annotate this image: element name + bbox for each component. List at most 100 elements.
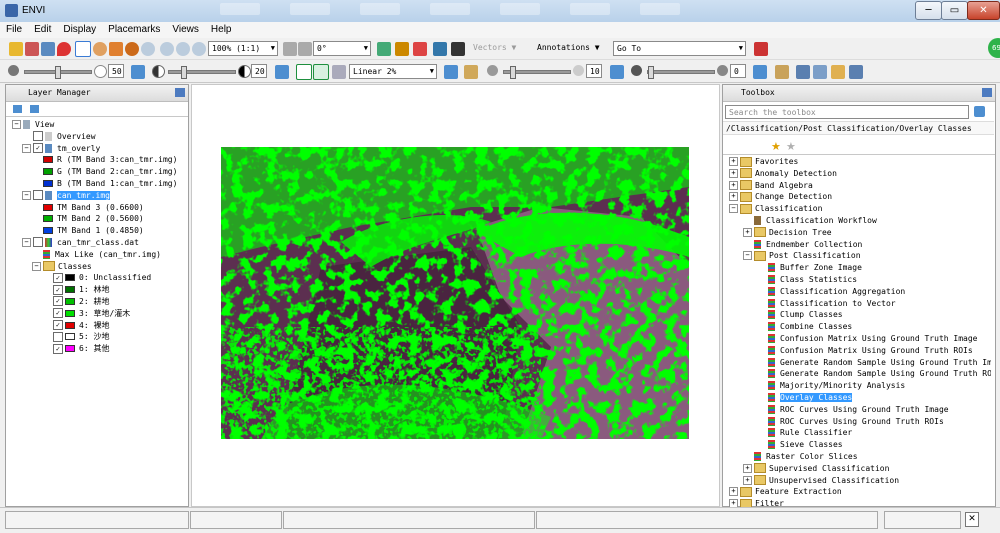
toolbox-tree-item[interactable]: + Change Detection [729, 191, 991, 203]
chip-icon[interactable] [433, 42, 447, 56]
expand-toggle-icon[interactable]: + [743, 227, 752, 237]
expand-toggle-icon[interactable]: + [743, 463, 752, 473]
toolbox-tree-item[interactable]: + Unsupervised Classification [729, 475, 991, 487]
reset-transparency-icon[interactable] [753, 65, 767, 79]
refresh-icon[interactable] [974, 106, 985, 117]
collapse-all-icon[interactable] [13, 105, 22, 113]
brightness-thumb[interactable] [55, 66, 61, 79]
layer-tree-item[interactable]: − ✓ tm_overly [12, 143, 187, 155]
stretch-select[interactable]: Linear 2% ▼ [349, 64, 437, 79]
layer-tree-item[interactable]: TM Band 1 (0.4850) [12, 225, 187, 237]
menu-edit[interactable]: Edit [28, 22, 57, 38]
fly-icon[interactable] [109, 42, 123, 56]
select-arrow-icon[interactable] [75, 41, 91, 57]
visibility-checkbox[interactable]: ✓ [53, 308, 63, 319]
sharpen-value[interactable]: 10 [586, 64, 602, 78]
toolbox-tree-item[interactable]: Class Statistics [729, 274, 991, 286]
visibility-checkbox[interactable]: ✓ [53, 320, 63, 331]
dock-icon[interactable] [982, 88, 992, 97]
sharpen-slider[interactable] [503, 66, 571, 79]
minimize-button[interactable]: ─ [915, 1, 942, 20]
toolbox-tree-item[interactable]: Clump Classes [729, 309, 991, 321]
zoom-select[interactable]: 100% (1:1) ▼ [208, 41, 278, 56]
reset-brightness-icon[interactable] [131, 65, 145, 79]
histogram-icon[interactable] [464, 65, 478, 79]
contrast-thumb[interactable] [181, 66, 187, 79]
menu-file[interactable]: File [0, 22, 28, 38]
roi-tool-icon[interactable] [377, 42, 391, 56]
goto-field[interactable]: Go To ▼ [613, 41, 746, 56]
toolbox-search-input[interactable]: Search the toolbox [725, 105, 969, 119]
collapse-toggle-icon[interactable]: − [729, 204, 738, 214]
layer-tree-item[interactable]: − can_tmr.img [12, 190, 187, 202]
toolbox-tree-item[interactable]: + Feature Extraction [729, 486, 991, 498]
expand-toggle-icon[interactable]: + [729, 487, 738, 497]
toolbox-tree-item[interactable]: Classification Workflow [729, 215, 991, 227]
layer-tree-item[interactable]: ✓ 6: 其他 [12, 343, 187, 355]
layer-tree-item[interactable]: R (TM Band 3:can_tmr.img) [12, 154, 187, 166]
stretch-type-icon[interactable] [332, 65, 346, 79]
expand-toggle-icon[interactable]: + [729, 168, 738, 178]
layer-tree-item[interactable]: 5: 沙地 [12, 331, 187, 343]
menu-help[interactable]: Help [205, 22, 238, 38]
visibility-checkbox[interactable] [53, 331, 63, 342]
layer-tree-item[interactable]: ✓ 0: Unclassified [12, 272, 187, 284]
visibility-checkbox[interactable]: ✓ [53, 272, 63, 283]
toolbox-tree-item[interactable]: − Classification [729, 203, 991, 215]
brightness-slider[interactable] [24, 66, 92, 79]
collapse-toggle-icon[interactable]: − [22, 143, 31, 153]
data-manager-icon[interactable] [25, 42, 39, 56]
menu-placemarks[interactable]: Placemarks [102, 22, 166, 38]
layer-tree-item[interactable]: − can_tmr_class.dat [12, 237, 187, 249]
chip-display-icon[interactable] [831, 65, 845, 79]
fullscreen-icon[interactable] [849, 65, 863, 79]
layer-tree-item[interactable]: ✓ 2: 耕地 [12, 296, 187, 308]
layer-tree-item[interactable]: ✓ 4: 裸地 [12, 320, 187, 332]
zoom-in-icon[interactable] [160, 42, 174, 56]
zoom-out-icon[interactable] [176, 42, 190, 56]
rotate-left-icon[interactable] [283, 42, 297, 56]
view-layout-icon[interactable] [796, 65, 810, 79]
crosshair-icon[interactable] [395, 42, 409, 56]
toolbox-tree-item[interactable]: Generate Random Sample Using Ground Trut… [729, 357, 991, 369]
toolbox-tree-item[interactable]: Classification to Vector [729, 298, 991, 310]
reset-stretch-icon[interactable] [444, 65, 458, 79]
reset-sharpen-icon[interactable] [610, 65, 624, 79]
expand-toggle-icon[interactable]: + [729, 180, 738, 190]
stretch-full-icon[interactable] [296, 64, 312, 80]
toolbox-tree-item[interactable]: Buffer Zone Image [729, 262, 991, 274]
visibility-checkbox[interactable] [33, 131, 43, 142]
collapse-toggle-icon[interactable]: − [22, 190, 31, 200]
remove-favorite-star-icon[interactable]: ★ [786, 140, 796, 153]
toolbox-tree-item[interactable]: Confusion Matrix Using Ground Truth Imag… [729, 333, 991, 345]
expand-toggle-icon[interactable]: + [743, 475, 752, 485]
transparency-value[interactable]: 0 [730, 64, 746, 78]
collapse-toggle-icon[interactable]: − [32, 261, 41, 271]
expand-all-icon[interactable] [30, 105, 39, 113]
layer-tree-item[interactable]: TM Band 3 (0.6600) [12, 202, 187, 214]
status-close-icon[interactable]: ✕ [965, 512, 979, 527]
visibility-checkbox[interactable]: ✓ [53, 284, 63, 295]
collapse-toggle-icon[interactable]: − [12, 120, 21, 129]
contrast-value[interactable]: 20 [251, 64, 267, 78]
collapse-toggle-icon[interactable]: − [743, 251, 752, 261]
visibility-checkbox[interactable]: ✓ [53, 296, 63, 307]
menu-views[interactable]: Views [166, 22, 205, 38]
expand-toggle-icon[interactable]: + [729, 192, 738, 202]
visibility-checkbox[interactable] [33, 190, 43, 201]
maximize-button[interactable]: ▭ [941, 1, 968, 20]
placemark-icon[interactable] [57, 42, 71, 56]
toolbox-tree-item[interactable]: + Decision Tree [729, 227, 991, 239]
add-favorite-star-icon[interactable]: ★ [771, 140, 781, 153]
layer-tree-item[interactable]: Overview [12, 131, 187, 143]
layer-tree-item[interactable]: − View [12, 119, 187, 131]
profile-icon[interactable] [413, 42, 427, 56]
toolbox-tree-item[interactable]: Majority/Minority Analysis [729, 380, 991, 392]
vectors-dropdown[interactable]: Vectors ▼ [473, 41, 516, 55]
contrast-slider[interactable] [168, 66, 236, 79]
layer-tree-item[interactable]: ✓ 1: 林地 [12, 284, 187, 296]
overview-window-icon[interactable] [813, 65, 827, 79]
toolbox-tree-item[interactable]: Confusion Matrix Using Ground Truth ROIs [729, 345, 991, 357]
layer-tree-item[interactable]: Max Like (can_tmr.img) [12, 249, 187, 261]
toolbox-tree-item[interactable]: Classification Aggregation [729, 286, 991, 298]
